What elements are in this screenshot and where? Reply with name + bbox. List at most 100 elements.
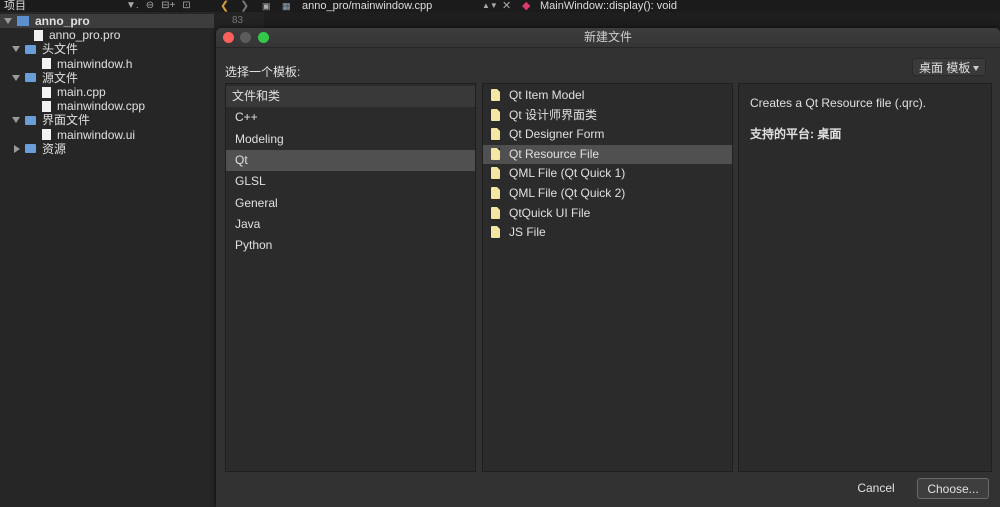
template-item[interactable]: Qt Designer Form xyxy=(483,125,732,144)
project-pane-header: 项目 ▼. ⊖ ⊟+ ⊡ xyxy=(0,0,214,12)
document-icon xyxy=(491,147,500,160)
category-item[interactable]: GLSL xyxy=(226,171,475,192)
template-item[interactable]: Qt Resource File xyxy=(483,144,732,164)
template-description-panel: Creates a Qt Resource file (.qrc). 支持的平台… xyxy=(738,83,992,472)
choose-template-label: 选择一个模板: xyxy=(225,65,301,79)
category-item[interactable]: Python xyxy=(226,235,475,256)
document-icon xyxy=(491,108,500,121)
supported-platforms: 支持的平台: 桌面 xyxy=(750,125,841,142)
folder-icon xyxy=(25,44,36,54)
open-file-path[interactable]: anno_pro/mainwindow.cpp xyxy=(302,0,432,12)
link-icon[interactable]: ⊖ xyxy=(146,0,154,12)
close-pane-icon[interactable]: ⊡ xyxy=(182,0,190,12)
project-pane-title: 项目 xyxy=(4,0,26,12)
filter-icon[interactable]: ▼. xyxy=(126,0,139,12)
expand-down-icon[interactable] xyxy=(4,18,12,24)
tree-item[interactable]: 界面文件 xyxy=(0,113,214,127)
platform-filter-select[interactable]: 桌面 模板 xyxy=(912,58,986,76)
expand-down-icon[interactable] xyxy=(12,117,20,124)
chevron-down-icon xyxy=(973,66,979,71)
category-item[interactable]: Java xyxy=(226,214,475,235)
pro-file-icon xyxy=(34,29,43,41)
tree-item-label: mainwindow.cpp xyxy=(57,99,146,114)
tree-item[interactable]: 头文件 xyxy=(0,42,214,56)
tree-item-label: main.cpp xyxy=(57,85,106,99)
dialog-titlebar: 新建文件 xyxy=(216,28,1000,48)
current-function[interactable]: MainWindow::display(): void xyxy=(540,0,677,12)
split-icon[interactable]: ⊟+ xyxy=(161,0,175,12)
folder-icon xyxy=(25,115,36,125)
header-file-icon xyxy=(42,58,51,70)
template-item-label: JS File xyxy=(509,225,546,240)
template-item-label: Qt Item Model xyxy=(509,88,585,102)
category-list: 文件和类 C++ Modeling Qt GLSL General Java Python xyxy=(225,83,476,472)
platform-filter-value: 桌面 模板 xyxy=(919,61,971,75)
tree-item-label: mainwindow.ui xyxy=(57,127,136,142)
template-item[interactable]: QML File (Qt Quick 2) xyxy=(483,184,732,203)
cpp-file-icon xyxy=(42,86,51,98)
category-item[interactable]: Modeling xyxy=(226,129,475,150)
folder-icon xyxy=(25,73,36,83)
ui-file-icon xyxy=(42,129,51,141)
document-icon xyxy=(491,226,500,239)
template-item[interactable]: Qt Item Model xyxy=(483,86,732,105)
template-item-label: Qt Designer Form xyxy=(509,127,605,142)
category-item[interactable]: C++ xyxy=(226,107,475,128)
template-list: Qt Item Model Qt 设计师界面类 Qt Designer Form Qt… xyxy=(482,83,733,472)
template-item[interactable]: QtQuick UI File xyxy=(483,204,732,223)
template-item[interactable]: QML File (Qt Quick 1) xyxy=(483,164,732,183)
document-icon xyxy=(491,206,500,219)
template-item[interactable]: JS File xyxy=(483,223,732,242)
new-file-dialog: 新建文件 选择一个模板: 桌面 模板 文件和类 C++ Modeling Qt GLSL… xyxy=(216,28,1000,507)
expand-down-icon[interactable] xyxy=(12,46,20,53)
tree-item[interactable]: mainwindow.ui xyxy=(0,128,214,142)
cancel-button[interactable]: Cancel xyxy=(836,478,916,499)
category-header: 文件和类 xyxy=(226,86,475,107)
tree-item-label: anno_pro xyxy=(35,14,90,28)
document-icon xyxy=(491,187,500,199)
tree-item[interactable]: mainwindow.cpp xyxy=(0,99,214,113)
template-item-label: Qt 设计师界面类 xyxy=(509,107,598,122)
close-file-icon[interactable]: ✕ xyxy=(502,0,511,12)
tree-item-label: 头文件 xyxy=(42,42,79,57)
dialog-title: 新建文件 xyxy=(583,30,632,44)
tree-item-label: 界面文件 xyxy=(42,113,91,128)
tree-item[interactable]: anno_pro xyxy=(0,14,214,28)
editor-toolbar: ❮ ❯ ▣ ▦ anno_pro/mainwindow.cpp ▲▼ ✕ ◆ M… xyxy=(214,0,1000,12)
tree-item[interactable]: 源文件 xyxy=(0,71,214,85)
tree-item[interactable]: mainwindow.h xyxy=(0,57,214,71)
forward-arrow-icon[interactable]: ❯ xyxy=(240,0,249,12)
tree-item[interactable]: main.cpp xyxy=(0,85,214,99)
expand-right-icon[interactable] xyxy=(14,144,20,153)
template-item-label: QML File (Qt Quick 2) xyxy=(509,186,626,200)
document-icon xyxy=(491,89,500,101)
expand-down-icon[interactable] xyxy=(12,74,20,81)
file-dropdown-icon[interactable]: ▲▼ xyxy=(482,0,498,12)
folder-icon xyxy=(25,144,36,154)
back-arrow-icon[interactable]: ❮ xyxy=(220,0,229,12)
template-item-label: Qt Resource File xyxy=(509,146,600,161)
tree-item-label: anno_pro.pro xyxy=(49,28,121,43)
project-pane: 项目 ▼. ⊖ ⊟+ ⊡ anno_pro anno_pro.pro 头文件 main… xyxy=(0,0,214,507)
category-item[interactable]: Qt xyxy=(226,149,475,171)
template-item[interactable]: Qt 设计师界面类 xyxy=(483,106,732,125)
tree-item-label: 资源 xyxy=(42,141,67,156)
function-icon: ◆ xyxy=(522,0,531,12)
tree-item[interactable]: 资源 xyxy=(0,142,214,156)
document-icon xyxy=(491,128,500,141)
choose-button[interactable]: Choose... xyxy=(917,478,989,499)
line-number: 83 xyxy=(232,15,244,26)
project-icon xyxy=(17,16,29,26)
supported-platforms-label: 支持的平台: xyxy=(750,127,814,141)
category-item[interactable]: General xyxy=(226,193,475,214)
project-toolbar: ▼. ⊖ ⊟+ ⊡ xyxy=(126,0,191,12)
template-item-label: QtQuick UI File xyxy=(509,205,591,220)
cpp-file-icon: ▦ xyxy=(282,1,291,11)
tree-item-label: mainwindow.h xyxy=(57,56,133,71)
tree-item-label: 源文件 xyxy=(42,70,79,85)
template-item-label: QML File (Qt Quick 1) xyxy=(509,166,626,181)
tree-item[interactable]: anno_pro.pro xyxy=(0,28,214,42)
document-icon xyxy=(491,167,500,180)
template-description: Creates a Qt Resource file (.qrc). xyxy=(750,96,927,110)
supported-platforms-value: 桌面 xyxy=(817,127,842,141)
